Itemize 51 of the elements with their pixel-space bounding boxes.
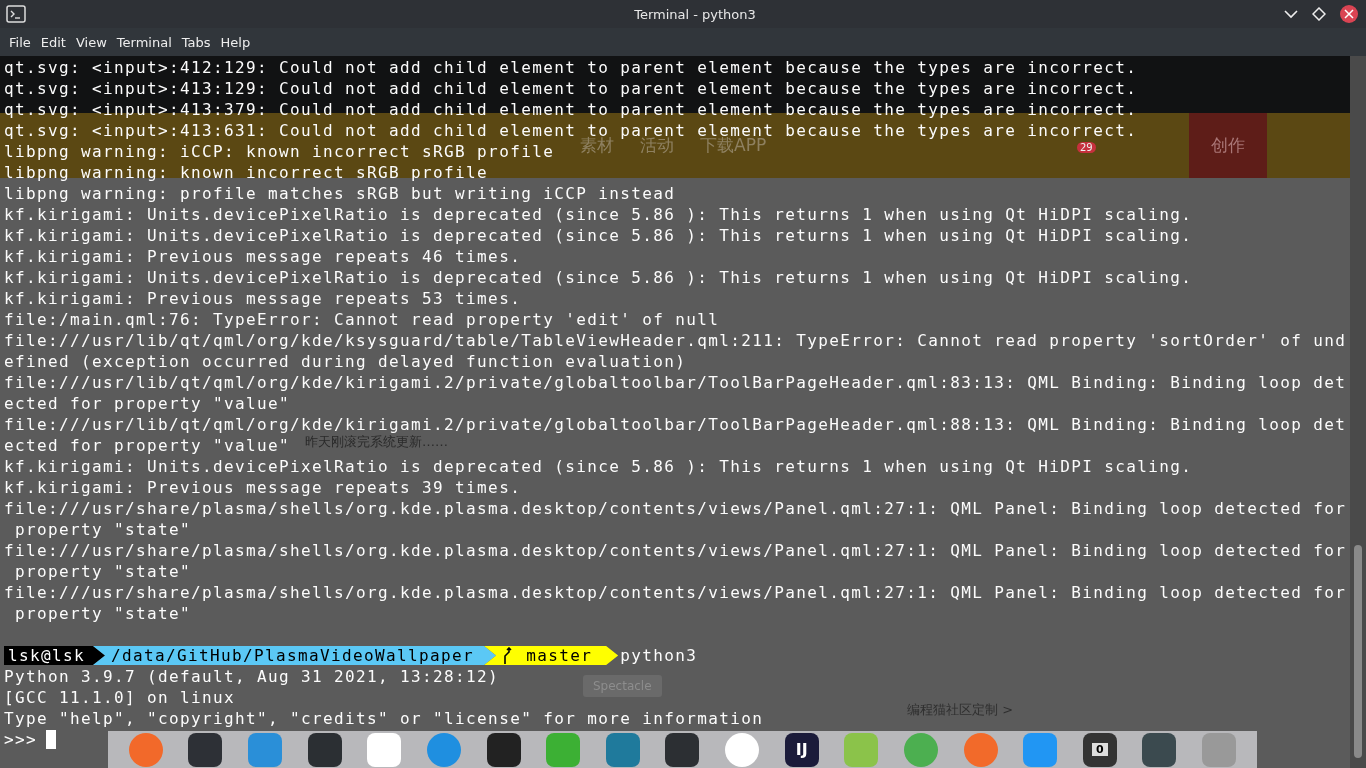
prompt-branch: master: [484, 646, 619, 665]
ij-app-icon[interactable]: IJ: [784, 732, 819, 767]
log-line: file:///usr/lib/qt/qml/org/kde/ksysguard/table/TableViewHeader.qml:211: TypeError: Cannot read property 'sortOrder' of und: [4, 330, 1347, 351]
log-line: libpng warning: profile matches sRGB but writing iCCP instead: [4, 183, 676, 204]
log-line: kf.kirigami: Units.devicePixelRatio is deprecated (since 5.86 ): This returns 1 when using Qt HiDPI scaling.: [4, 267, 1193, 288]
minimize-icon[interactable]: [1284, 7, 1298, 21]
input-prompt: >>>: [4, 729, 37, 750]
menu-item[interactable]: Terminal: [111, 34, 177, 50]
log-line: libpng warning: known incorrect sRGB profile: [4, 162, 489, 183]
calculator-app-icon[interactable]: 0: [1082, 732, 1117, 767]
log-line: efined (exception occurred during delayed function evaluation): [4, 351, 687, 372]
log-line: file:///usr/lib/qt/qml/org/kde/kirigami.2/private/globaltoolbar/ToolBarPageHeader.qml:88:13: QML Binding: Binding loop det: [4, 414, 1347, 435]
prompt-path: /data/GitHub/PlasmaVideoWallpaper: [93, 646, 497, 665]
log-line: kf.kirigami: Previous message repeats 53 times.: [4, 288, 522, 309]
log-line: kf.kirigami: Previous message repeats 39 times.: [4, 477, 522, 498]
notification-badge: 29: [1077, 142, 1096, 153]
log-line: kf.kirigami: Previous message repeats 46 times.: [4, 246, 522, 267]
log-line: ected for property "value": [4, 435, 291, 456]
menu-item[interactable]: View: [70, 34, 112, 50]
log-line: property "state": [14, 603, 192, 624]
maximize-icon[interactable]: [1312, 7, 1326, 21]
log-line: libpng warning: iCCP: known incorrect sRGB profile: [4, 141, 555, 162]
terminal-icon: [6, 4, 26, 24]
log-line: property "state": [14, 561, 192, 582]
output-line: [GCC 11.1.0] on linux: [4, 687, 236, 708]
menu-item[interactable]: Help: [215, 34, 256, 50]
log-line: file:/main.qml:76: TypeError: Cannot read property 'edit' of null: [4, 309, 720, 330]
log-line: file:///usr/share/plasma/shells/org.kde.plasma.desktop/contents/views/Panel.qml:27:1: QML Panel: Binding loop detected for: [4, 498, 1347, 519]
log-line: property "state": [14, 519, 192, 540]
output-line: Type "help", "copyright", "credits" or "license" for more information: [4, 708, 764, 729]
menu-item[interactable]: Tabs: [176, 34, 216, 50]
log-line: file:///usr/share/plasma/shells/org.kde.plasma.desktop/contents/views/Panel.qml:27:1: QML Panel: Binding loop detected for: [4, 582, 1347, 603]
log-line: qt.svg: <input>:413:129: Could not add child element to parent element because the types are incorrect.: [4, 78, 1138, 99]
log-line: file:///usr/lib/qt/qml/org/kde/kirigami.2/private/globaltoolbar/ToolBarPageHeader.qml:83:13: QML Binding: Binding loop det: [4, 372, 1347, 393]
close-icon[interactable]: [1340, 5, 1358, 23]
branch-icon: [502, 646, 513, 665]
scrollbar[interactable]: [1350, 56, 1366, 768]
log-line: ected for property "value": [4, 393, 291, 414]
log-line: qt.svg: <input>:412:129: Could not add child element to parent element because the types are incorrect.: [4, 57, 1138, 78]
log-line: kf.kirigami: Units.devicePixelRatio is deprecated (since 5.86 ): This returns 1 when using Qt HiDPI scaling.: [4, 456, 1193, 477]
text-cursor: [46, 730, 56, 749]
log-line: kf.kirigami: Units.devicePixelRatio is deprecated (since 5.86 ): This returns 1 when using Qt HiDPI scaling.: [4, 204, 1193, 225]
menu-item[interactable]: Edit: [35, 34, 71, 50]
output-line: Python 3.9.7 (default, Aug 31 2021, 13:28:12): [4, 666, 500, 687]
log-line: file:///usr/share/plasma/shells/org.kde.plasma.desktop/contents/views/Panel.qml:27:1: QML Panel: Binding loop detected for: [4, 540, 1347, 561]
command-text: python3: [620, 645, 698, 666]
window-title: Terminal - python3: [633, 6, 756, 22]
scrollbar-thumb[interactable]: [1354, 545, 1362, 758]
log-line: qt.svg: <input>:413:379: Could not add child element to parent element because the types are incorrect.: [4, 99, 1138, 120]
menu-item[interactable]: File: [4, 34, 36, 50]
log-line: kf.kirigami: Units.devicePixelRatio is deprecated (since 5.86 ): This returns 1 when using Qt HiDPI scaling.: [4, 225, 1193, 246]
